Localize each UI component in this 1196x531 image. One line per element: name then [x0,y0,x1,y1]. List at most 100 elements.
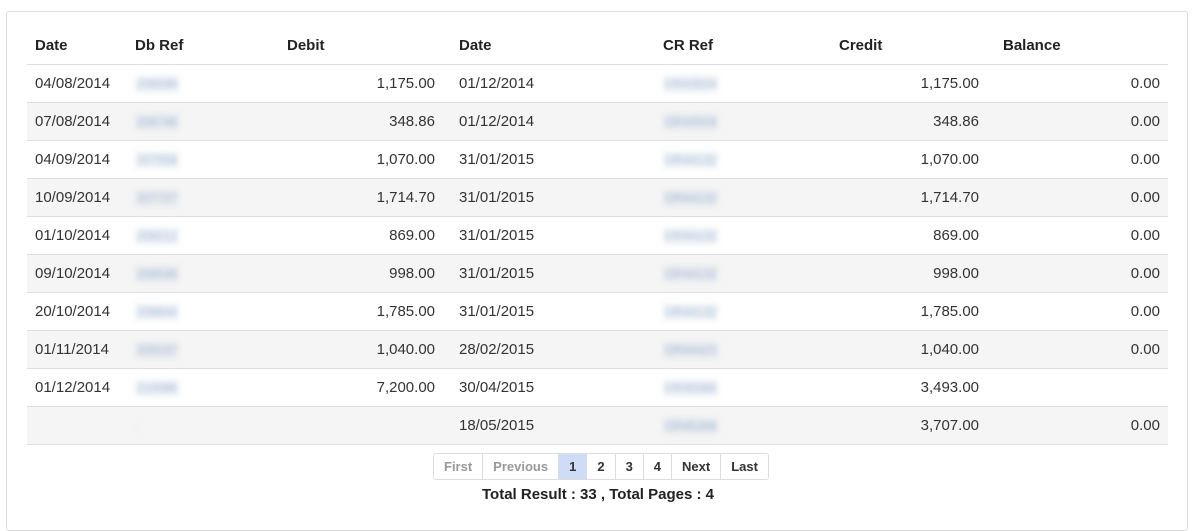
pagination-next-button[interactable]: Next [671,454,721,479]
cell-db-ref-value: 207558 [135,150,180,169]
column-header-credit[interactable]: Credit [831,26,987,65]
cell-balance: 0.00 [987,178,1168,217]
cell-balance: 0.00 [987,254,1168,293]
cell-cr-ref: OR44132 [655,178,831,217]
cell-credit-date: 01/12/2014 [443,64,655,103]
cell-db-ref-value: 209187 [135,340,180,359]
table-body: 04/08/2014 206599 1,175.00 01/12/2014 OR4350… [27,64,1168,445]
cell-credit-date: 01/12/2014 [443,102,655,141]
table-row: 09/10/2014 208548 998.00 31/01/2015 OR44132 9… [27,254,1168,293]
cell-cr-ref-value: OR44423 [663,340,719,359]
cell-debit-date: 01/11/2014 [27,330,127,369]
cell-debit: 998.00 [247,254,443,293]
cell-debit: 869.00 [247,216,443,255]
column-header-debit-date[interactable]: Date [27,26,127,65]
cell-cr-ref: OR43504 [655,64,831,103]
cell-balance: 0.00 [987,406,1168,445]
cell-debit: 7,200.00 [247,368,443,407]
cell-balance [987,368,1168,407]
pagination-page-3[interactable]: 3 [614,454,643,479]
cell-db-ref: 207727 [127,178,247,217]
cell-cr-ref-value: OR45268 [663,416,719,435]
cell-debit-date [27,406,127,445]
table-row: 01/12/2014 210086 7,200.00 30/04/2015 OR4506… [27,368,1168,407]
cell-credit: 1,070.00 [831,140,987,179]
cell-db-ref-value: 207727 [135,188,180,207]
cell-db-ref-value: 208548 [135,264,180,283]
cell-credit-date: 31/01/2015 [443,254,655,293]
table-row: 01/10/2014 208212 869.00 31/01/2015 OR44132 8… [27,216,1168,255]
pagination-page-1[interactable]: 1 [558,454,587,479]
cell-credit-date: 30/04/2015 [443,368,655,407]
cell-cr-ref-value: OR45066 [663,378,719,397]
cell-credit: 3,493.00 [831,368,987,407]
cell-db-ref-value: 208212 [135,226,180,245]
cell-balance: 0.00 [987,64,1168,103]
cell-db-ref-value: 208844 [135,302,180,321]
cell-balance: 0.00 [987,102,1168,141]
table-header-row: Date Db Ref Debit Date CR Ref Credit Bal… [27,26,1168,65]
column-header-cr-ref[interactable]: CR Ref [655,26,831,65]
cell-db-ref: 208548 [127,254,247,293]
cell-credit: 1,785.00 [831,292,987,331]
cell-debit: 1,070.00 [247,140,443,179]
cell-db-ref: 206599 [127,64,247,103]
cell-debit-date: 09/10/2014 [27,254,127,293]
pagination-first-button[interactable]: First [434,454,483,479]
cell-debit-date: 01/12/2014 [27,368,127,407]
cell-credit: 1,175.00 [831,64,987,103]
table-row: 20/10/2014 208844 1,785.00 31/01/2015 OR4413… [27,292,1168,331]
cell-credit-date: 31/01/2015 [443,140,655,179]
pagination-last-button[interactable]: Last [720,454,768,479]
cell-balance: 0.00 [987,330,1168,369]
cell-credit: 1,040.00 [831,330,987,369]
cell-cr-ref: OR45066 [655,368,831,407]
column-header-credit-date[interactable]: Date [443,26,655,65]
cell-credit: 3,707.00 [831,406,987,445]
column-header-debit[interactable]: Debit [247,26,443,65]
cell-debit [247,406,443,445]
cell-credit: 869.00 [831,216,987,255]
cell-cr-ref-value: OR44132 [663,188,719,207]
cell-cr-ref-value: OR44132 [663,226,719,245]
cell-db-ref-value: 206599 [135,74,180,93]
cell-debit: 1,785.00 [247,292,443,331]
column-header-db-ref[interactable]: Db Ref [127,26,247,65]
table-row: 07/08/2014 206748 348.86 01/12/2014 OR43504 3… [27,102,1168,141]
cell-debit-date: 04/08/2014 [27,64,127,103]
cell-cr-ref-value: OR43504 [663,112,719,131]
result-summary: Total Result : 33 , Total Pages : 4 [482,486,714,503]
cell-db-ref: 209187 [127,330,247,369]
cell-credit-date: 18/05/2015 [443,406,655,445]
cell-debit-date: 10/09/2014 [27,178,127,217]
table-row: 01/11/2014 209187 1,040.00 28/02/2015 OR4442… [27,330,1168,369]
pagination-page-2[interactable]: 2 [586,454,615,479]
cell-credit-date: 31/01/2015 [443,292,655,331]
cell-credit-date: 28/02/2015 [443,330,655,369]
cell-db-ref: 208844 [127,292,247,331]
cell-debit: 1,040.00 [247,330,443,369]
cell-cr-ref-value: OR44132 [663,302,719,321]
cell-balance: 0.00 [987,292,1168,331]
cell-db-ref-value [135,426,139,430]
table-row: 10/09/2014 207727 1,714.70 31/01/2015 OR4413… [27,178,1168,217]
cell-cr-ref-value: OR44132 [663,264,719,283]
cell-debit-date: 20/10/2014 [27,292,127,331]
cell-db-ref [127,406,247,445]
table-row: 04/08/2014 206599 1,175.00 01/12/2014 OR4350… [27,64,1168,103]
pagination-page-4[interactable]: 4 [642,454,672,479]
cell-debit: 348.86 [247,102,443,141]
cell-debit-date: 07/08/2014 [27,102,127,141]
cell-balance: 0.00 [987,216,1168,255]
cell-db-ref: 206748 [127,102,247,141]
pagination-previous-button[interactable]: Previous [482,454,559,479]
column-header-balance[interactable]: Balance [987,26,1168,65]
cell-debit: 1,714.70 [247,178,443,217]
cell-credit: 1,714.70 [831,178,987,217]
cell-debit-date: 04/09/2014 [27,140,127,179]
cell-cr-ref: OR44423 [655,330,831,369]
cell-credit-date: 31/01/2015 [443,178,655,217]
cell-db-ref: 208212 [127,216,247,255]
cell-credit: 998.00 [831,254,987,293]
cell-cr-ref: OR43504 [655,102,831,141]
